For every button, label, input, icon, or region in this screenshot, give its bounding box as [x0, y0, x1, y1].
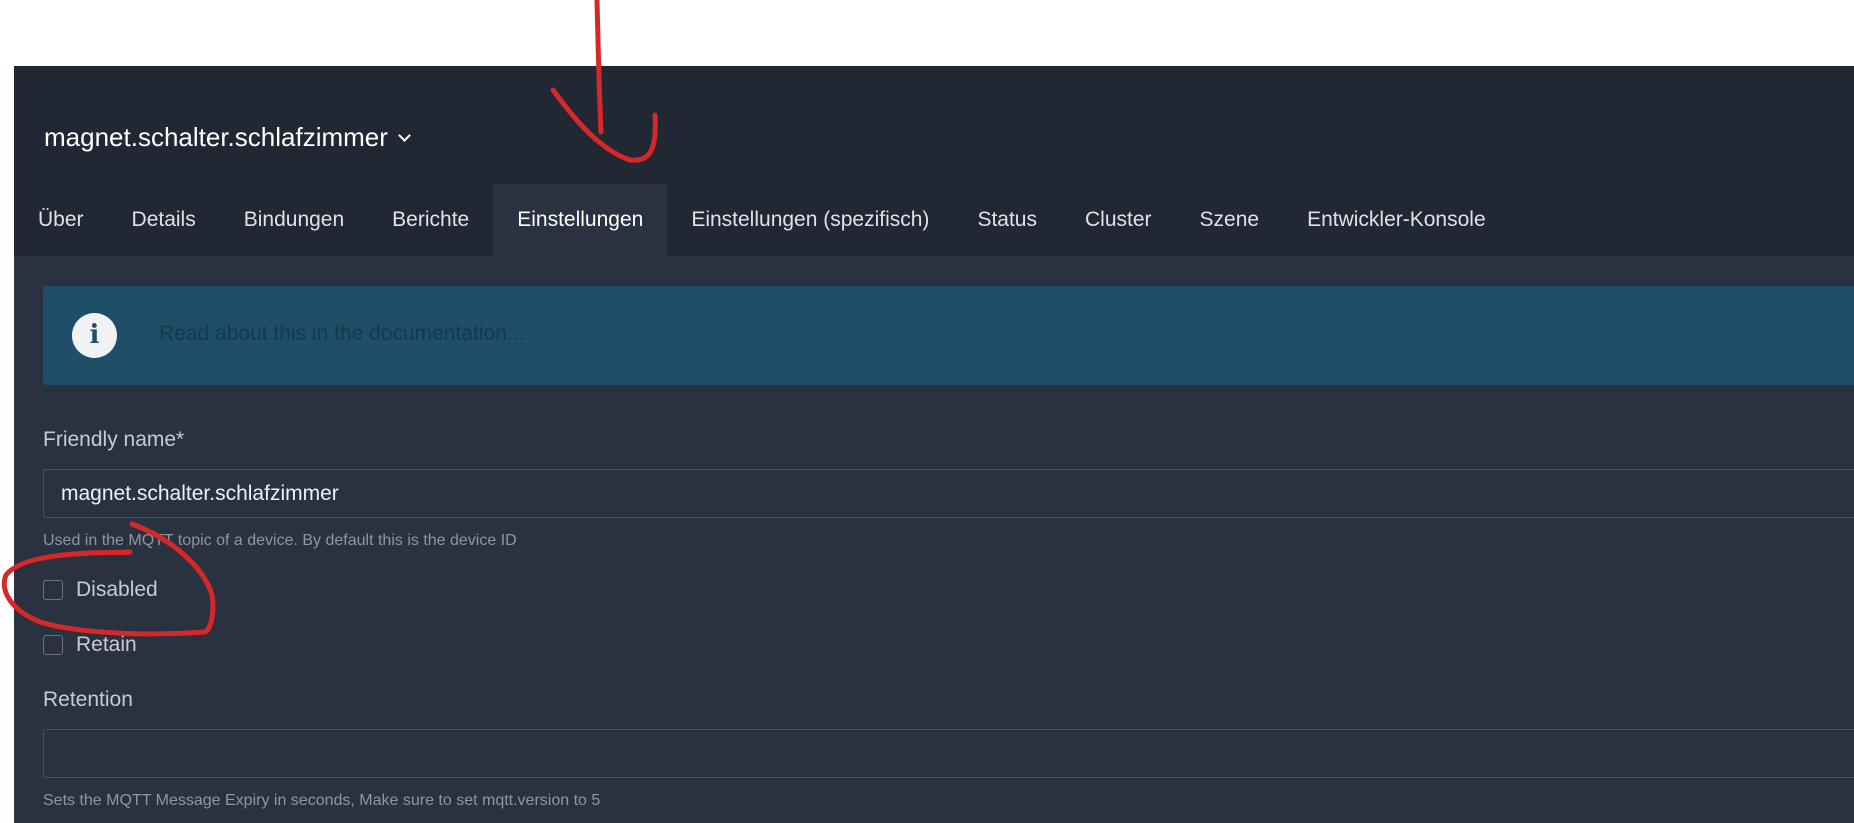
tab-uber[interactable]: Über [14, 184, 108, 256]
retention-label: Retention [43, 688, 133, 711]
tab-entwickler-konsole[interactable]: Entwickler-Konsole [1283, 184, 1510, 256]
disabled-label: Disabled [76, 578, 158, 601]
info-alert: i Read about this in the documentation..… [43, 286, 1854, 385]
device-selector[interactable]: magnet.schalter.schlafzimmer [44, 121, 411, 152]
retention-help: Sets the MQTT Message Expiry in seconds,… [43, 792, 601, 809]
info-icon: i [72, 313, 117, 358]
tab-bindungen[interactable]: Bindungen [220, 184, 368, 256]
disabled-checkbox-row[interactable]: Disabled [43, 578, 158, 602]
tab-einstellungen[interactable]: Einstellungen [493, 184, 668, 256]
tab-cluster[interactable]: Cluster [1061, 184, 1176, 256]
retain-checkbox[interactable] [43, 635, 63, 655]
top-bar: magnet.schalter.schlafzimmer Über Detail… [14, 66, 1854, 256]
chevron-down-icon [398, 128, 411, 142]
retention-input[interactable] [43, 729, 1854, 778]
friendly-name-help: Used in the MQTT topic of a device. By d… [43, 532, 517, 549]
friendly-name-label: Friendly name* [43, 428, 185, 451]
tab-szene[interactable]: Szene [1176, 184, 1284, 256]
tab-einstellungen-spezifisch[interactable]: Einstellungen (spezifisch) [667, 184, 953, 256]
device-name: magnet.schalter.schlafzimmer [44, 121, 388, 152]
app-window: magnet.schalter.schlafzimmer Über Detail… [14, 66, 1854, 823]
retain-checkbox-row[interactable]: Retain [43, 633, 137, 657]
tab-berichte[interactable]: Berichte [368, 184, 493, 256]
tab-bar: Über Details Bindungen Berichte Einstell… [14, 184, 1510, 256]
disabled-checkbox[interactable] [43, 580, 63, 600]
documentation-link[interactable]: Read about this in the documentation... [159, 322, 524, 346]
friendly-name-input[interactable] [43, 469, 1854, 518]
tab-status[interactable]: Status [953, 184, 1061, 256]
retain-label: Retain [76, 633, 137, 656]
tab-details[interactable]: Details [108, 184, 220, 256]
